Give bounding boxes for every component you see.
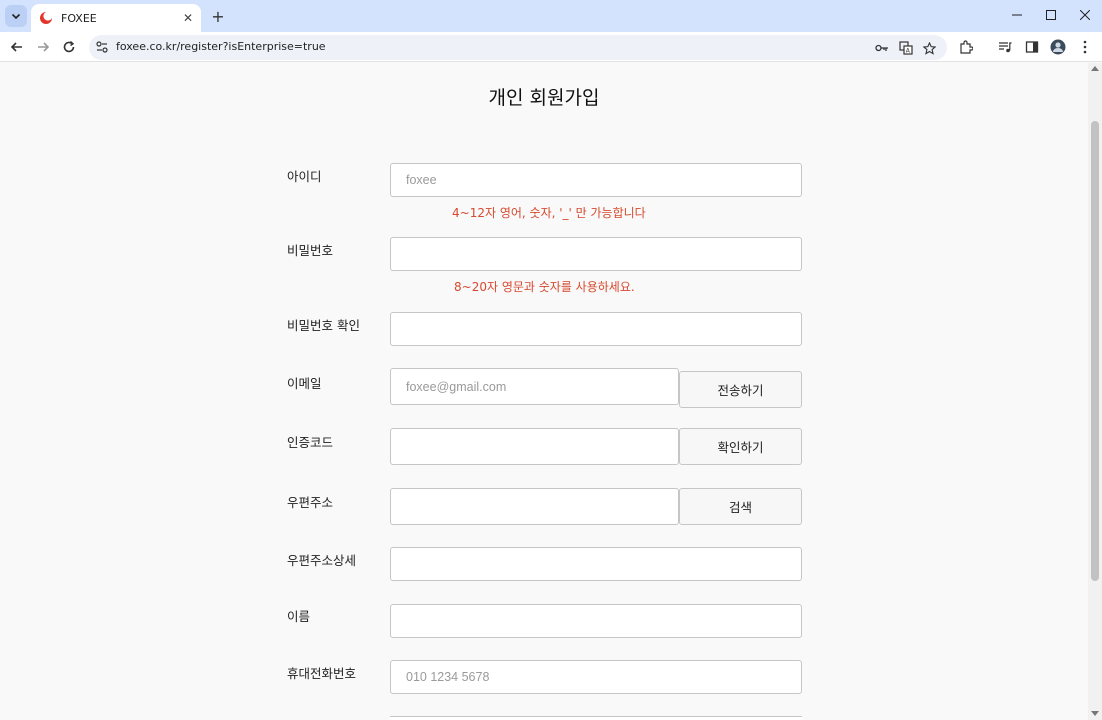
- maximize-button[interactable]: [1034, 0, 1068, 30]
- email-label: 이메일: [287, 376, 322, 391]
- arrow-right-icon: [38, 42, 50, 52]
- tab-close-icon[interactable]: ✕: [183, 11, 193, 25]
- more-menu-icon[interactable]: [1076, 38, 1094, 56]
- media-controls-icon[interactable]: [996, 38, 1014, 56]
- forward-button[interactable]: [32, 36, 54, 58]
- address-detail-input[interactable]: [390, 547, 802, 581]
- tab-foxee[interactable]: FOXEE ✕: [31, 4, 201, 32]
- password-label: 비밀번호: [287, 243, 334, 258]
- send-email-button[interactable]: 전송하기: [679, 371, 802, 408]
- foxee-favicon-icon: [40, 12, 52, 24]
- register-page: 개인 회원가입 아이디 4~12자 영어, 숫자, '_' 만 가능합니다 비밀…: [0, 63, 1088, 720]
- address-detail-label: 우편주소상세: [287, 553, 357, 568]
- minimize-icon: [1012, 14, 1022, 16]
- zipcode-label: 우편주소: [287, 495, 334, 510]
- tab-strip: FOXEE ✕ +: [0, 0, 1102, 32]
- side-panel-icon[interactable]: [1023, 38, 1041, 56]
- phone-input[interactable]: [390, 660, 802, 694]
- scroll-up-icon[interactable]: [1091, 66, 1099, 71]
- email-input[interactable]: [390, 368, 679, 405]
- address-search-button[interactable]: 검색: [679, 488, 802, 525]
- password-hint: 8~20자 영문과 숫자를 사용하세요.: [454, 280, 635, 294]
- id-input[interactable]: [390, 163, 802, 197]
- new-tab-button[interactable]: +: [207, 5, 229, 27]
- auth-code-input[interactable]: [390, 428, 679, 465]
- id-label: 아이디: [287, 169, 322, 184]
- password-key-icon[interactable]: [873, 39, 891, 57]
- password-confirm-input[interactable]: [390, 312, 802, 346]
- close-window-button[interactable]: [1068, 0, 1102, 30]
- address-bar[interactable]: foxee.co.kr/register?isEnterprise=true A: [89, 35, 947, 60]
- site-settings-icon[interactable]: [95, 40, 109, 54]
- next-field-edge: [390, 716, 802, 720]
- page-scrollbar[interactable]: [1088, 63, 1102, 720]
- bookmark-star-icon[interactable]: [920, 39, 938, 57]
- chevron-down-icon: [11, 13, 21, 20]
- translate-icon[interactable]: A: [897, 39, 915, 57]
- verify-code-button[interactable]: 확인하기: [679, 428, 802, 465]
- minimize-button[interactable]: [1000, 0, 1034, 30]
- phone-label: 휴대전화번호: [287, 666, 357, 681]
- scroll-down-icon[interactable]: [1091, 711, 1099, 716]
- back-button[interactable]: [6, 36, 28, 58]
- password-input[interactable]: [390, 237, 802, 271]
- close-icon: [1080, 10, 1090, 20]
- reload-icon: [63, 40, 75, 53]
- zipcode-input[interactable]: [390, 488, 679, 525]
- arrow-left-icon: [10, 42, 22, 52]
- reload-button[interactable]: [58, 36, 80, 58]
- id-hint: 4~12자 영어, 숫자, '_' 만 가능합니다: [452, 206, 646, 220]
- name-input[interactable]: [390, 604, 802, 638]
- scrollbar-thumb[interactable]: [1091, 121, 1099, 581]
- password-confirm-label: 비밀번호 확인: [287, 318, 360, 333]
- profile-avatar[interactable]: [1049, 38, 1067, 56]
- url-text: foxee.co.kr/register?isEnterprise=true: [116, 40, 326, 53]
- extensions-icon[interactable]: [957, 38, 975, 56]
- page-title: 개인 회원가입: [488, 87, 600, 109]
- name-label: 이름: [287, 609, 311, 624]
- browser-toolbar: foxee.co.kr/register?isEnterprise=true A: [0, 32, 1102, 62]
- maximize-icon: [1046, 10, 1056, 20]
- tab-title: FOXEE: [61, 11, 97, 25]
- tab-search-button[interactable]: [5, 5, 27, 27]
- auth-code-label: 인증코드: [287, 435, 334, 450]
